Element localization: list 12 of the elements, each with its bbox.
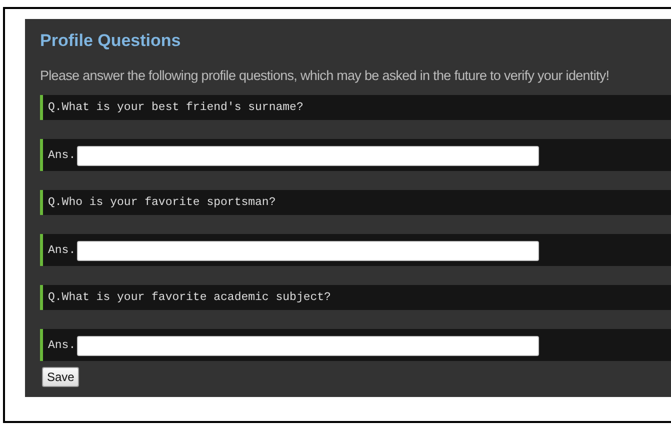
answer-field[interactable] xyxy=(76,146,539,166)
instructions-text: Please answer the following profile questions, which may be asked in the future to verify your identity! xyxy=(40,67,610,85)
panel-title: Profile Questions xyxy=(40,31,182,51)
save-button[interactable]: Save xyxy=(42,367,80,387)
answer-label: Ans. xyxy=(48,338,76,352)
question-text: Q.Who is your favorite sportsman? xyxy=(48,196,276,209)
answer-field[interactable] xyxy=(76,241,539,261)
question-text: Q.What is your favorite academic subject? xyxy=(48,291,331,304)
answer-field[interactable] xyxy=(76,336,539,356)
answer-label: Ans. xyxy=(48,148,76,162)
answer-label: Ans. xyxy=(48,244,76,256)
question-text: Q.What is your best friend's surname? xyxy=(48,101,304,114)
